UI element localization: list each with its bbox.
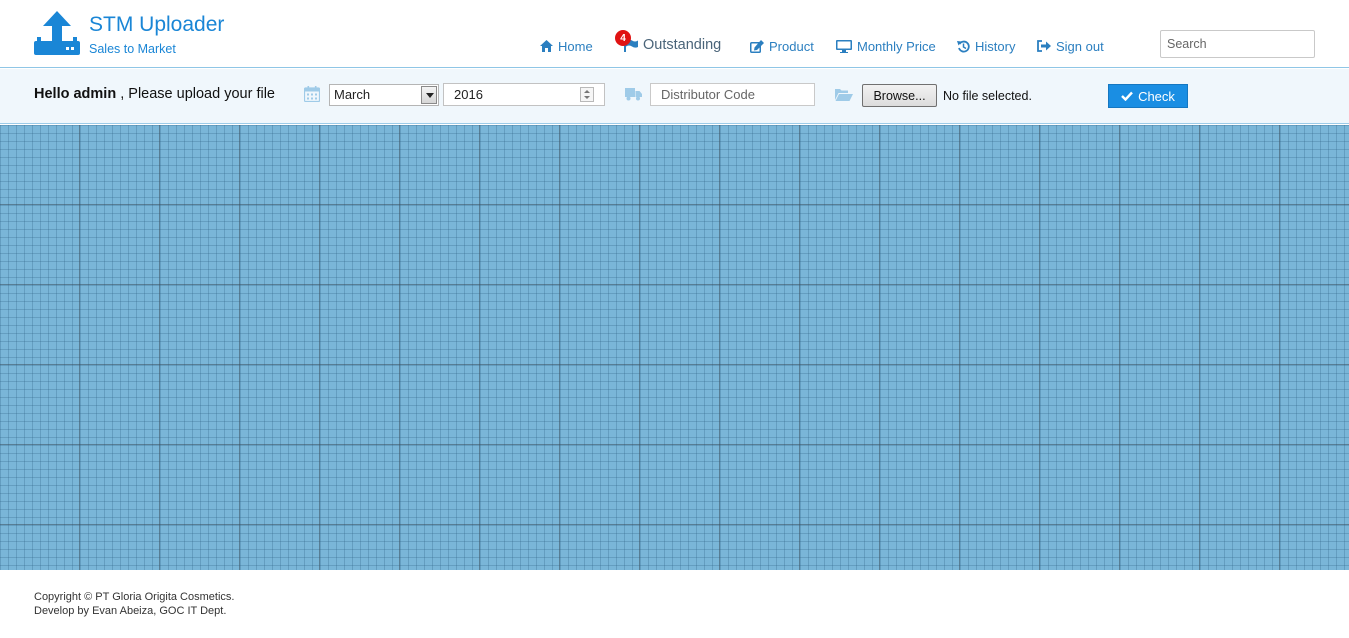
nav-sign-out[interactable]: Sign out: [1037, 37, 1104, 55]
upload-toolbar: Hello admin , Please upload your file Ma…: [0, 69, 1349, 124]
checkmark-icon: [1121, 91, 1133, 101]
year-stepper[interactable]: 2016: [443, 83, 605, 106]
greeting-user: Hello admin: [34, 86, 117, 102]
outstanding-count-badge: 4: [615, 30, 631, 46]
upload-tray-icon: [34, 11, 80, 55]
upload-grid-area: [0, 125, 1349, 570]
nav-product-label: Product: [769, 38, 814, 54]
file-status-text: No file selected.: [943, 89, 1032, 103]
edit-icon: [750, 39, 764, 53]
app-subtitle: Sales to Market: [89, 42, 176, 56]
nav-product[interactable]: Product: [750, 37, 814, 55]
nav-history-label: History: [975, 38, 1016, 54]
developer-credit-text: Develop by Evan Abeiza, GOC IT Dept.: [34, 605, 227, 617]
truck-icon: [625, 88, 642, 101]
chevron-down-icon[interactable]: [421, 86, 437, 104]
greeting-text: Hello admin , Please upload your file: [34, 86, 275, 102]
sign-out-icon: [1037, 40, 1051, 52]
year-stepper-value: 2016: [454, 87, 483, 102]
top-header: STM Uploader Sales to Market Home 4 Outs…: [0, 0, 1349, 68]
greeting-message: , Please upload your file: [116, 86, 275, 102]
browse-file-button[interactable]: Browse...: [862, 84, 937, 107]
nav-monthly-price-label: Monthly Price: [857, 38, 936, 54]
history-icon: [957, 40, 970, 52]
check-button[interactable]: Check: [1108, 84, 1188, 108]
nav-home[interactable]: Home: [540, 37, 593, 55]
nav-outstanding[interactable]: Outstanding: [624, 36, 721, 54]
distributor-code-input[interactable]: [650, 83, 815, 106]
month-select-value: March: [334, 87, 371, 102]
home-icon: [540, 40, 553, 52]
footer: Copyright © PT Gloria Origita Cosmetics.…: [34, 590, 234, 618]
nav-outstanding-label: Outstanding: [643, 37, 722, 53]
check-button-label: Check: [1138, 88, 1175, 104]
monitor-icon: [836, 39, 852, 53]
nav-sign-out-label: Sign out: [1056, 38, 1104, 54]
folder-open-icon: [835, 89, 853, 101]
nav-history[interactable]: History: [957, 37, 1015, 55]
nav-monthly-price[interactable]: Monthly Price: [836, 37, 936, 55]
nav-home-label: Home: [558, 38, 593, 54]
month-select[interactable]: March: [329, 84, 439, 106]
spin-arrows-icon[interactable]: [580, 87, 594, 102]
app-title: STM Uploader: [89, 13, 225, 36]
search-input[interactable]: [1160, 30, 1315, 58]
calendar-icon: [304, 86, 320, 102]
copyright-text: Copyright © PT Gloria Origita Cosmetics.: [34, 591, 235, 603]
